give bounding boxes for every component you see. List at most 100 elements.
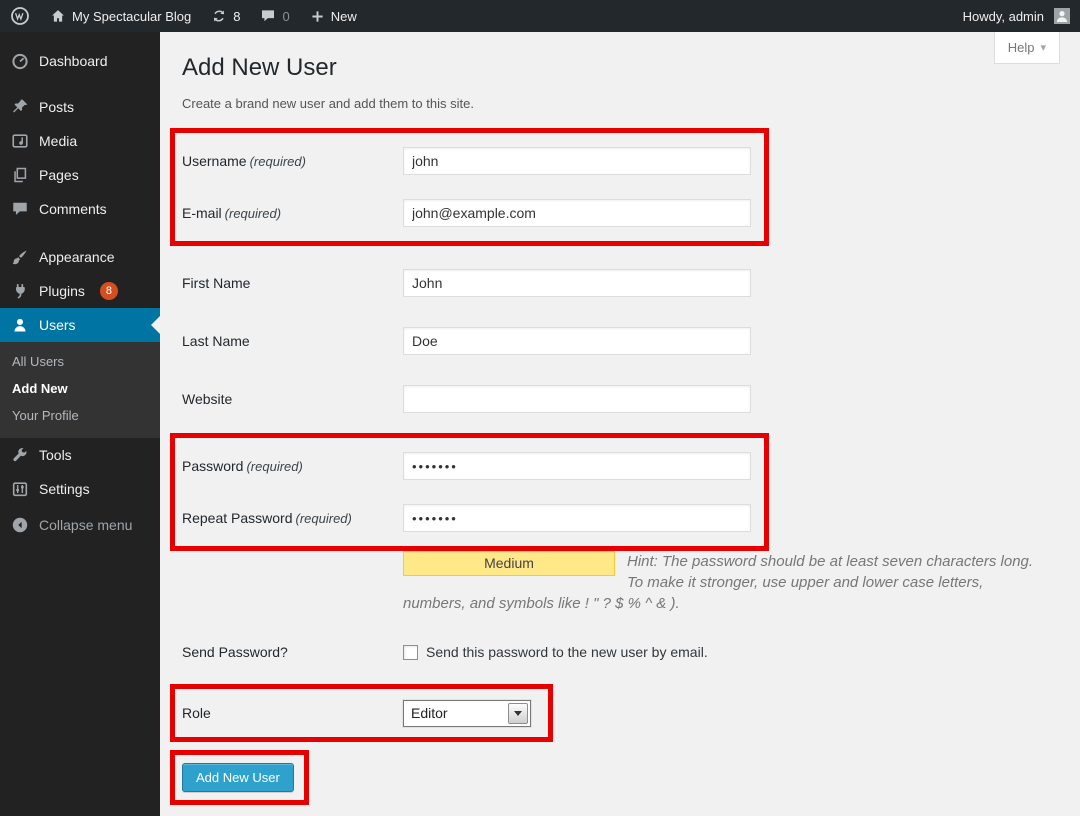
sidebar-item-label: Posts bbox=[39, 99, 74, 115]
last-name-row: Last Name bbox=[182, 312, 1060, 370]
sidebar-item-label: Users bbox=[39, 317, 76, 333]
dashboard-icon bbox=[10, 51, 30, 71]
submenu-item-add-new[interactable]: Add New bbox=[0, 375, 160, 402]
pages-icon bbox=[10, 165, 30, 185]
site-menu[interactable]: My Spectacular Blog bbox=[40, 0, 201, 32]
sidebar-item-tools[interactable]: Tools bbox=[0, 438, 160, 472]
new-content-button[interactable]: New bbox=[300, 0, 367, 32]
updates-count: 8 bbox=[233, 9, 240, 24]
last-name-input[interactable] bbox=[403, 327, 751, 355]
sidebar-item-media[interactable]: Media bbox=[0, 124, 160, 158]
role-select[interactable]: Editor bbox=[403, 700, 531, 727]
users-submenu: All Users Add New Your Profile bbox=[0, 342, 160, 438]
website-input[interactable] bbox=[403, 385, 751, 413]
email-input[interactable] bbox=[403, 199, 751, 227]
send-password-checkbox[interactable] bbox=[403, 645, 418, 660]
comments-icon bbox=[10, 199, 30, 219]
username-label: Username(required) bbox=[182, 153, 403, 169]
password-strength-indicator: Medium bbox=[403, 551, 615, 576]
annotation-box-role: Role Editor bbox=[170, 684, 553, 742]
admin-menu: Dashboard Posts Media Pages Comments App… bbox=[0, 32, 160, 816]
sidebar-item-label: Media bbox=[39, 133, 77, 149]
avatar bbox=[1054, 8, 1070, 24]
sidebar-item-dashboard[interactable]: Dashboard bbox=[0, 44, 160, 78]
username-input[interactable] bbox=[403, 147, 751, 175]
repeat-password-input[interactable] bbox=[403, 504, 751, 532]
wp-logo-icon bbox=[10, 6, 30, 26]
sidebar-item-label: Settings bbox=[39, 481, 90, 497]
username-row: Username(required) bbox=[182, 135, 764, 187]
password-strength-section: Medium Hint: The password should be at l… bbox=[403, 551, 1039, 614]
wp-logo-button[interactable] bbox=[0, 0, 40, 32]
updates-indicator[interactable]: 8 bbox=[201, 0, 250, 32]
first-name-label: First Name bbox=[182, 275, 403, 291]
sidebar-item-plugins[interactable]: Plugins 8 bbox=[0, 274, 160, 308]
tools-icon bbox=[10, 445, 30, 465]
repeat-password-label: Repeat Password(required) bbox=[182, 510, 403, 526]
settings-icon bbox=[10, 479, 30, 499]
home-icon bbox=[50, 8, 66, 24]
new-label: New bbox=[331, 9, 357, 24]
send-password-option[interactable]: Send this password to the new user by em… bbox=[403, 644, 708, 660]
sidebar-item-label: Tools bbox=[39, 447, 72, 463]
sidebar-item-label: Pages bbox=[39, 167, 79, 183]
role-select-arrow-button[interactable] bbox=[508, 703, 528, 724]
submenu-item-your-profile[interactable]: Your Profile bbox=[0, 402, 160, 429]
sidebar-item-settings[interactable]: Settings bbox=[0, 472, 160, 506]
send-password-checkbox-label: Send this password to the new user by em… bbox=[426, 644, 708, 660]
first-name-input[interactable] bbox=[403, 269, 751, 297]
media-icon bbox=[10, 131, 30, 151]
comments-icon bbox=[260, 8, 276, 24]
submenu-item-all-users[interactable]: All Users bbox=[0, 348, 160, 375]
collapse-icon bbox=[10, 515, 30, 535]
sidebar-item-posts[interactable]: Posts bbox=[0, 90, 160, 124]
last-name-label: Last Name bbox=[182, 333, 403, 349]
caret-down-icon bbox=[514, 711, 522, 716]
collapse-menu-button[interactable]: Collapse menu bbox=[0, 508, 160, 542]
page-title: Add New User bbox=[182, 54, 1060, 82]
sidebar-item-comments[interactable]: Comments bbox=[0, 192, 160, 226]
page-intro: Create a brand new user and add them to … bbox=[182, 96, 1060, 111]
my-account-menu[interactable]: Howdy, admin bbox=[953, 0, 1080, 32]
admin-bar: My Spectacular Blog 8 0 New Howdy, admin bbox=[0, 0, 1080, 32]
role-row: Role Editor bbox=[182, 691, 548, 735]
users-icon bbox=[10, 315, 30, 335]
annotation-box-username-email: Username(required) E-mail(required) bbox=[170, 128, 769, 246]
email-row: E-mail(required) bbox=[182, 187, 764, 239]
sidebar-item-pages[interactable]: Pages bbox=[0, 158, 160, 192]
annotation-box-submit: Add New User bbox=[170, 750, 309, 805]
role-select-value: Editor bbox=[404, 705, 508, 721]
annotation-box-passwords: Password(required) Repeat Password(requi… bbox=[170, 433, 769, 551]
first-name-row: First Name bbox=[182, 254, 1060, 312]
site-name: My Spectacular Blog bbox=[72, 9, 191, 24]
new-icon bbox=[310, 9, 325, 24]
website-row: Website bbox=[182, 370, 1060, 428]
send-password-row: Send Password? Send this password to the… bbox=[182, 634, 1060, 670]
sidebar-item-label: Collapse menu bbox=[39, 517, 132, 533]
sidebar-item-appearance[interactable]: Appearance bbox=[0, 240, 160, 274]
password-label: Password(required) bbox=[182, 458, 403, 474]
caret-down-icon: ▾ bbox=[1040, 41, 1046, 54]
help-button[interactable]: Help ▾ bbox=[994, 32, 1060, 64]
comments-indicator[interactable]: 0 bbox=[250, 0, 299, 32]
comments-count: 0 bbox=[282, 9, 289, 24]
sidebar-item-label: Plugins bbox=[39, 283, 85, 299]
email-label: E-mail(required) bbox=[182, 205, 403, 221]
howdy-text: Howdy, admin bbox=[963, 9, 1044, 24]
password-input[interactable] bbox=[403, 452, 751, 480]
sidebar-item-users[interactable]: Users bbox=[0, 308, 160, 342]
sidebar-item-label: Appearance bbox=[39, 249, 115, 265]
sidebar-item-label: Comments bbox=[39, 201, 107, 217]
add-new-user-button[interactable]: Add New User bbox=[182, 763, 294, 792]
posts-icon bbox=[10, 97, 30, 117]
website-label: Website bbox=[182, 391, 403, 407]
plugins-update-badge: 8 bbox=[100, 282, 118, 300]
plugins-icon bbox=[10, 281, 30, 301]
main-content: Help ▾ Add New User Create a brand new u… bbox=[160, 32, 1080, 816]
appearance-icon bbox=[10, 247, 30, 267]
help-label: Help bbox=[1008, 40, 1035, 55]
repeat-password-row: Repeat Password(required) bbox=[182, 492, 764, 544]
sidebar-item-label: Dashboard bbox=[39, 53, 108, 69]
updates-icon bbox=[211, 8, 227, 24]
password-row: Password(required) bbox=[182, 440, 764, 492]
